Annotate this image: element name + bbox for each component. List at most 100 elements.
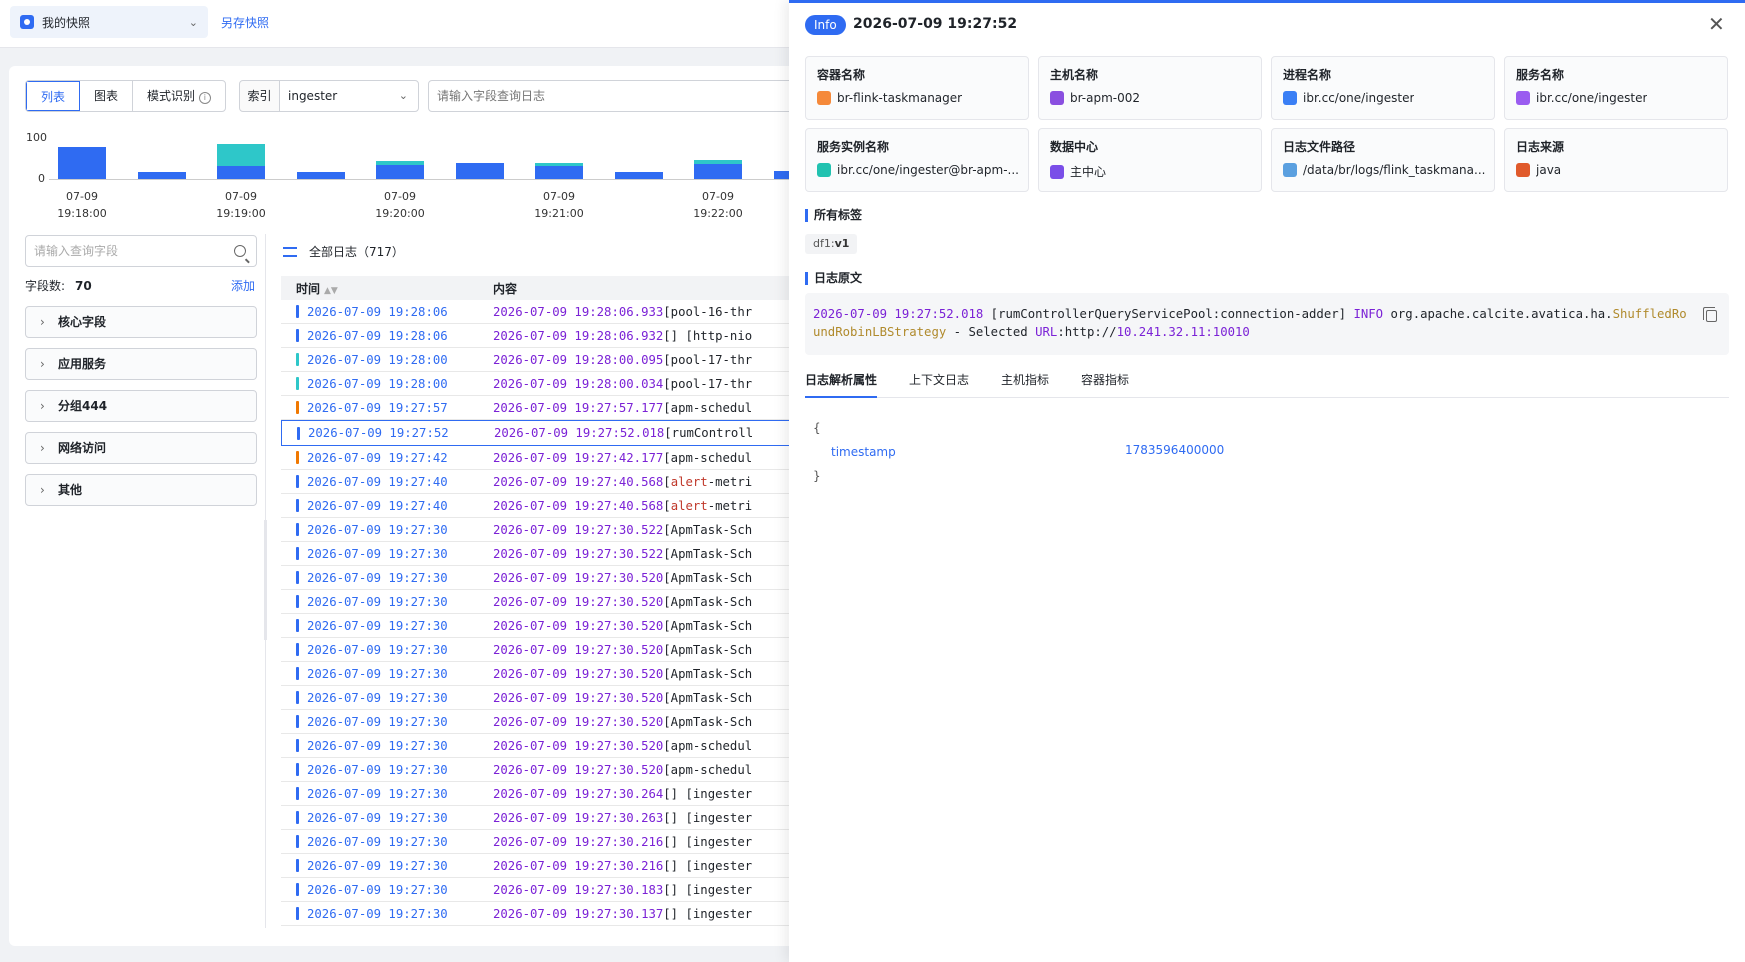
- table-row[interactable]: 2026-07-09 19:27:30 2026-07-09 19:27:30.5…: [281, 734, 791, 758]
- table-row[interactable]: 2026-07-09 19:27:30 2026-07-09 19:27:30.5…: [281, 614, 791, 638]
- snapshot-select[interactable]: 我的快照 ⌄: [10, 6, 208, 38]
- col-time[interactable]: 时间 ▲▼: [281, 280, 493, 297]
- log-time: 2026-07-09 19:27:30: [307, 834, 448, 849]
- histogram-bar[interactable]: [137, 171, 186, 179]
- table-row[interactable]: 2026-07-09 19:27:30 2026-07-09 19:27:30.2…: [281, 782, 791, 806]
- field-group-444[interactable]: › 分组444: [25, 390, 257, 422]
- attribute-key: 主机名称: [1050, 68, 1099, 82]
- histogram-bar[interactable]: [694, 160, 742, 164]
- table-row[interactable]: 2026-07-09 19:28:06 2026-07-09 19:28:06.9…: [281, 324, 791, 348]
- datacenter-icon: [1050, 164, 1064, 179]
- json-key: timestamp: [831, 445, 896, 459]
- log-time: 2026-07-09 19:28:00: [307, 376, 448, 391]
- tag-value: v1: [834, 237, 850, 250]
- level-indicator: [296, 859, 299, 872]
- attribute-value-text: java: [1536, 163, 1562, 177]
- table-row[interactable]: 2026-07-09 19:27:30 2026-07-09 19:27:30.2…: [281, 806, 791, 830]
- level-indicator: [297, 426, 300, 440]
- histogram-bar[interactable]: [535, 166, 583, 179]
- collapse-list-icon[interactable]: [283, 247, 297, 257]
- log-content-text: [ApmTask-Sch: [663, 690, 753, 705]
- table-row[interactable]: 2026-07-09 19:27:52 2026-07-09 19:27:52.0…: [281, 420, 791, 446]
- tab-context-logs[interactable]: 上下文日志: [909, 370, 969, 398]
- table-row[interactable]: 2026-07-09 19:27:40 2026-07-09 19:27:40.5…: [281, 470, 791, 494]
- raw-thread: [rumControllerQueryServicePool:connectio…: [983, 307, 1354, 321]
- log-table: 时间 ▲▼ 内容 2026-07-09 19:28:06 2026-07-09 19…: [281, 276, 791, 926]
- sort-icon[interactable]: ▲▼: [324, 286, 338, 296]
- x-tick-label: 07-09 19:21:00: [534, 190, 584, 220]
- attribute-value-text: ibr.cc/one/ingester@br-apm-...: [837, 163, 1019, 177]
- field-search-input[interactable]: 请输入查询字段: [25, 235, 257, 267]
- log-content-timestamp: 2026-07-09 19:27:30.520: [493, 714, 664, 729]
- histogram-bar[interactable]: [376, 161, 424, 165]
- histogram-bar[interactable]: [535, 162, 583, 167]
- table-row[interactable]: 2026-07-09 19:28:06 2026-07-09 19:28:06.9…: [281, 300, 791, 324]
- save-snapshot-link[interactable]: 另存快照: [221, 14, 269, 31]
- table-row[interactable]: 2026-07-09 19:27:30 2026-07-09 19:27:30.5…: [281, 710, 791, 734]
- histogram-bar[interactable]: [376, 164, 424, 179]
- host-icon: [1050, 91, 1064, 105]
- snapshot-label: 我的快照: [42, 15, 91, 30]
- table-row[interactable]: 2026-07-09 19:27:30 2026-07-09 19:27:30.5…: [281, 542, 791, 566]
- table-row[interactable]: 2026-07-09 19:27:30 2026-07-09 19:27:30.5…: [281, 686, 791, 710]
- log-content-timestamp: 2026-07-09 19:27:30.520: [493, 570, 664, 585]
- index-select[interactable]: ingester ⌄: [279, 80, 419, 112]
- log-table-header: 时间 ▲▼ 内容: [281, 276, 791, 300]
- level-indicator: [296, 451, 299, 464]
- table-row[interactable]: 2026-07-09 19:27:30 2026-07-09 19:27:30.5…: [281, 758, 791, 782]
- table-row[interactable]: 2026-07-09 19:27:30 2026-07-09 19:27:30.2…: [281, 854, 791, 878]
- histogram-bar[interactable]: [217, 143, 265, 167]
- x-tick-label: 07-09 19:19:00: [216, 190, 266, 220]
- field-group-other[interactable]: › 其他: [25, 474, 257, 506]
- attribute-value: /data/br/logs/flink_taskmana...: [1283, 163, 1488, 177]
- histogram-bar[interactable]: [217, 166, 265, 179]
- table-row[interactable]: 2026-07-09 19:27:30 2026-07-09 19:27:30.5…: [281, 662, 791, 686]
- table-row[interactable]: 2026-07-09 19:27:30 2026-07-09 19:27:30.5…: [281, 566, 791, 590]
- log-content-timestamp: 2026-07-09 19:27:30.520: [493, 594, 664, 609]
- table-row[interactable]: 2026-07-09 19:27:30 2026-07-09 19:27:30.1…: [281, 878, 791, 902]
- histogram-bar[interactable]: [455, 162, 504, 179]
- table-row[interactable]: 2026-07-09 19:27:30 2026-07-09 19:27:30.2…: [281, 830, 791, 854]
- y-tick-label: 0: [38, 172, 45, 185]
- close-icon[interactable]: ✕: [1708, 12, 1725, 36]
- table-row[interactable]: 2026-07-09 19:27:30 2026-07-09 19:27:30.1…: [281, 902, 791, 926]
- table-row[interactable]: 2026-07-09 19:27:42 2026-07-09 19:27:42.1…: [281, 446, 791, 470]
- table-row[interactable]: 2026-07-09 19:27:30 2026-07-09 19:27:30.5…: [281, 590, 791, 614]
- tab-pattern[interactable]: 模式识别 i: [133, 81, 225, 111]
- table-row[interactable]: 2026-07-09 19:27:40 2026-07-09 19:27:40.5…: [281, 494, 791, 518]
- tab-parsed-attributes[interactable]: 日志解析属性: [805, 370, 878, 398]
- table-row[interactable]: 2026-07-09 19:28:00 2026-07-09 19:28:00.0…: [281, 372, 791, 396]
- table-row[interactable]: 2026-07-09 19:27:30 2026-07-09 19:27:30.5…: [281, 638, 791, 662]
- log-query-input[interactable]: [428, 80, 808, 112]
- log-histogram: 100 0 07-09 19:18:00 07-09 19:19:00 07-09 19:…: [9, 126, 822, 226]
- search-icon[interactable]: [234, 245, 246, 257]
- field-group-core[interactable]: › 核心字段: [25, 306, 257, 338]
- tab-host-metrics[interactable]: 主机指标: [1001, 370, 1049, 398]
- histogram-bar[interactable]: [296, 171, 345, 179]
- level-indicator: [296, 643, 299, 656]
- table-row[interactable]: 2026-07-09 19:28:00 2026-07-09 19:28:00.0…: [281, 348, 791, 372]
- histogram-bar[interactable]: [694, 163, 742, 179]
- histogram-bar[interactable]: [614, 171, 663, 179]
- field-group-app[interactable]: › 应用服务: [25, 348, 257, 380]
- table-row[interactable]: 2026-07-09 19:27:30 2026-07-09 19:27:30.5…: [281, 518, 791, 542]
- field-count: 字段数: 70: [25, 277, 92, 294]
- log-content-text: [rumControll: [664, 426, 754, 440]
- tab-container-metrics[interactable]: 容器指标: [1081, 370, 1129, 398]
- x-tick-label: 07-09 19:18:00: [57, 190, 107, 220]
- tab-chart[interactable]: 图表: [80, 81, 134, 111]
- log-content-timestamp: 2026-07-09 19:27:30.183: [493, 882, 664, 897]
- sidebar-resize-handle[interactable]: [264, 520, 267, 640]
- tab-list[interactable]: 列表: [26, 81, 81, 111]
- attribute-card: 服务实例名称 ibr.cc/one/ingester@br-apm-...: [805, 128, 1029, 192]
- field-group-network[interactable]: › 网络访问: [25, 432, 257, 464]
- add-field-link[interactable]: 添加: [231, 277, 255, 294]
- log-time: 2026-07-09 19:27:30: [307, 522, 448, 537]
- log-content-text: [pool-16-thr: [663, 304, 753, 319]
- log-content-text: [ApmTask-Sch: [663, 570, 753, 585]
- level-indicator: [296, 907, 299, 920]
- copy-icon[interactable]: [1703, 307, 1717, 322]
- top-bar: 我的快照 ⌄ 另存快照: [0, 0, 789, 48]
- table-row[interactable]: 2026-07-09 19:27:57 2026-07-09 19:27:57.1…: [281, 396, 791, 420]
- histogram-bar[interactable]: [58, 146, 106, 179]
